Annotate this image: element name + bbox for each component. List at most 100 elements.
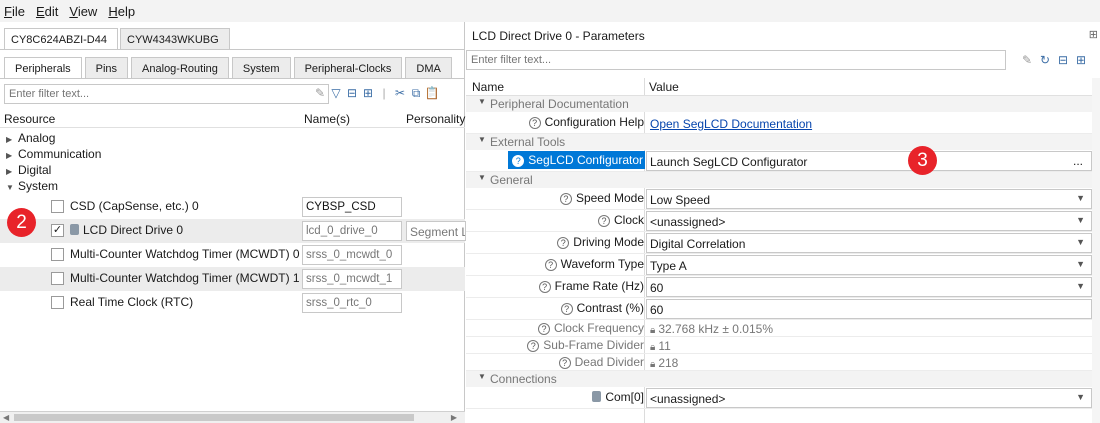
collapse-all-icon[interactable]: ⊟ (344, 86, 360, 101)
category-peripheral-documentation[interactable]: ▼ Peripheral Documentation (466, 96, 1100, 112)
clear-filter-icon[interactable]: ✎ (1018, 53, 1036, 67)
expand-all-icon[interactable]: ⊞ (1072, 53, 1090, 67)
param-row-clock-frequency: ? Clock Frequency 🔒︎ 32.768 kHz ± 0.015% (466, 320, 1100, 337)
dropdown-arrow-icon[interactable]: ▼ (1076, 281, 1085, 291)
contrast-input[interactable]: 60 (646, 299, 1092, 319)
resource-row[interactable]: Multi-Counter Watchdog Timer (MCWDT) 1 s… (0, 267, 465, 291)
dropdown-arrow-icon[interactable]: ▼ (1076, 237, 1085, 247)
seglcd-doc-link[interactable]: Open SegLCD Documentation (650, 117, 812, 131)
help-icon: ? (527, 340, 540, 352)
resource-row-selected[interactable]: ✓ LCD Direct Drive 0 lcd_0_drive_0 Segme… (0, 219, 466, 243)
com0-dropdown[interactable]: <unassigned> ▼ (646, 388, 1092, 408)
expand-arrow-icon[interactable]: ▶ (6, 167, 18, 176)
category-general[interactable]: ▼ General (466, 172, 1100, 188)
personality-field[interactable]: Segment L (406, 221, 466, 241)
help-icon: ? (560, 303, 573, 315)
parameter-toolbar: ✎ ↻ ⊟ ⊞ (1018, 53, 1090, 67)
expand-arrow-icon[interactable]: ▶ (6, 135, 18, 144)
column-value[interactable]: Value (649, 80, 679, 94)
expand-all-icon[interactable]: ⊞ (360, 86, 376, 101)
param-row-contrast: ? Contrast (%) 60 (466, 298, 1100, 320)
launch-ellipsis-button[interactable]: ... (1073, 154, 1083, 168)
cut-icon[interactable]: ✂ (392, 86, 408, 101)
menu-file[interactable]: File (4, 4, 25, 19)
scroll-right-icon[interactable]: ▶ (451, 413, 457, 422)
expand-arrow-icon[interactable]: ▶ (6, 151, 18, 160)
dropdown-arrow-icon[interactable]: ▼ (1076, 259, 1085, 269)
vertical-scrollbar[interactable] (1092, 78, 1100, 423)
launch-seglcd-field[interactable]: Launch SegLCD Configurator ... (646, 151, 1092, 171)
menu-view[interactable]: View (69, 4, 97, 19)
collapse-all-icon[interactable]: ⊟ (1054, 53, 1072, 67)
param-row-com0: Com[0] <unassigned> ▼ (466, 387, 1100, 409)
clock-dropdown[interactable]: <unassigned> ▼ (646, 211, 1092, 231)
category-connections[interactable]: ▼ Connections (466, 371, 1100, 387)
param-row-waveform-type: ? Waveform Type Type A ▼ (466, 254, 1100, 276)
tree-group-system[interactable]: ▼ System (0, 179, 465, 195)
clear-filter-icon[interactable]: ✎ (312, 86, 328, 101)
tab-pins[interactable]: Pins (84, 57, 129, 79)
tree-group-communication[interactable]: ▶ Communication (0, 147, 465, 163)
tab-system[interactable]: System (231, 57, 291, 79)
refresh-icon[interactable]: ↻ (1036, 53, 1054, 67)
menu-help[interactable]: Help (108, 4, 135, 19)
collapse-arrow-icon[interactable]: ▼ (478, 173, 486, 182)
filter-icon[interactable]: ▽ (328, 86, 344, 101)
collapse-arrow-icon[interactable]: ▼ (478, 135, 486, 144)
resource-name-field[interactable]: CYBSP_CSD (302, 197, 402, 217)
category-external-tools[interactable]: ▼ External Tools (466, 134, 1100, 150)
parameter-filter-input[interactable] (466, 50, 1006, 70)
param-label: Clock Frequency (553, 321, 644, 335)
enable-checkbox[interactable]: ✓ (51, 224, 64, 237)
collapse-arrow-icon[interactable]: ▼ (478, 372, 486, 381)
tab-peripherals[interactable]: Peripherals (4, 57, 82, 79)
resource-row[interactable]: CSD (CapSense, etc.) 0 CYBSP_CSD (0, 195, 465, 219)
panel-menu-icon[interactable]: ⊞ (1089, 28, 1098, 41)
tree-group-analog[interactable]: ▶ Analog (0, 131, 465, 147)
collapse-arrow-icon[interactable]: ▼ (6, 183, 18, 192)
tab-peripheral-clocks[interactable]: Peripheral-Clocks (293, 57, 403, 79)
driving-mode-dropdown[interactable]: Digital Correlation ▼ (646, 233, 1092, 253)
tab-device-2[interactable]: CYW4343WKUBG (120, 28, 230, 50)
column-personality[interactable]: Personality (406, 112, 465, 126)
help-icon: ? (544, 259, 557, 271)
resource-row[interactable]: Multi-Counter Watchdog Timer (MCWDT) 0 s… (0, 243, 465, 267)
resource-name-field[interactable]: srss_0_mcwdt_1 (302, 269, 402, 289)
resource-column-header: Resource Name(s) Personality (0, 110, 465, 128)
enable-checkbox[interactable] (51, 200, 64, 213)
paste-icon[interactable]: 📋 (424, 86, 440, 101)
speed-mode-dropdown[interactable]: Low Speed ▼ (646, 189, 1092, 209)
scroll-left-icon[interactable]: ◀ (3, 413, 9, 422)
collapse-arrow-icon[interactable]: ▼ (478, 97, 486, 106)
frame-rate-dropdown[interactable]: 60 ▼ (646, 277, 1092, 297)
enable-checkbox[interactable] (51, 296, 64, 309)
horizontal-scrollbar[interactable]: ◀ ▶ (0, 411, 465, 423)
tree-group-digital[interactable]: ▶ Digital (0, 163, 465, 179)
dropdown-arrow-icon[interactable]: ▼ (1076, 392, 1085, 402)
tab-dma[interactable]: DMA (405, 57, 452, 79)
column-name[interactable]: Name (472, 80, 504, 94)
resource-toolbar: ✎ ▽ ⊟ ⊞ | ✂ ⧉ 📋 (312, 86, 440, 101)
enable-checkbox[interactable] (51, 272, 64, 285)
resource-name-field[interactable]: lcd_0_drive_0 (302, 221, 402, 241)
lock-icon: 🔒︎ (650, 342, 656, 353)
copy-icon[interactable]: ⧉ (408, 86, 424, 101)
column-resource[interactable]: Resource (4, 112, 55, 126)
param-value: Launch SegLCD Configurator (650, 155, 808, 169)
resource-name-field[interactable]: srss_0_mcwdt_0 (302, 245, 402, 265)
column-names[interactable]: Name(s) (304, 112, 350, 126)
dropdown-arrow-icon[interactable]: ▼ (1076, 215, 1085, 225)
dropdown-arrow-icon[interactable]: ▼ (1076, 193, 1085, 203)
resource-name-field[interactable]: srss_0_rtc_0 (302, 293, 402, 313)
scrollbar-thumb[interactable] (14, 414, 414, 421)
param-row-seglcd-configurator[interactable]: ? SegLCD Configurator Launch SegLCD Confi… (466, 150, 1100, 172)
enable-checkbox[interactable] (51, 248, 64, 261)
resource-filter-input[interactable] (4, 84, 329, 104)
param-row-frame-rate: ? Frame Rate (Hz) 60 ▼ (466, 276, 1100, 298)
peripheral-tabs: Peripherals Pins Analog-Routing System P… (4, 57, 455, 79)
menu-edit[interactable]: Edit (36, 4, 58, 19)
tab-analog-routing[interactable]: Analog-Routing (131, 57, 229, 79)
resource-row[interactable]: Real Time Clock (RTC) srss_0_rtc_0 (0, 291, 465, 315)
waveform-type-dropdown[interactable]: Type A ▼ (646, 255, 1092, 275)
tab-device-1[interactable]: CY8C624ABZI-D44 (4, 28, 118, 50)
